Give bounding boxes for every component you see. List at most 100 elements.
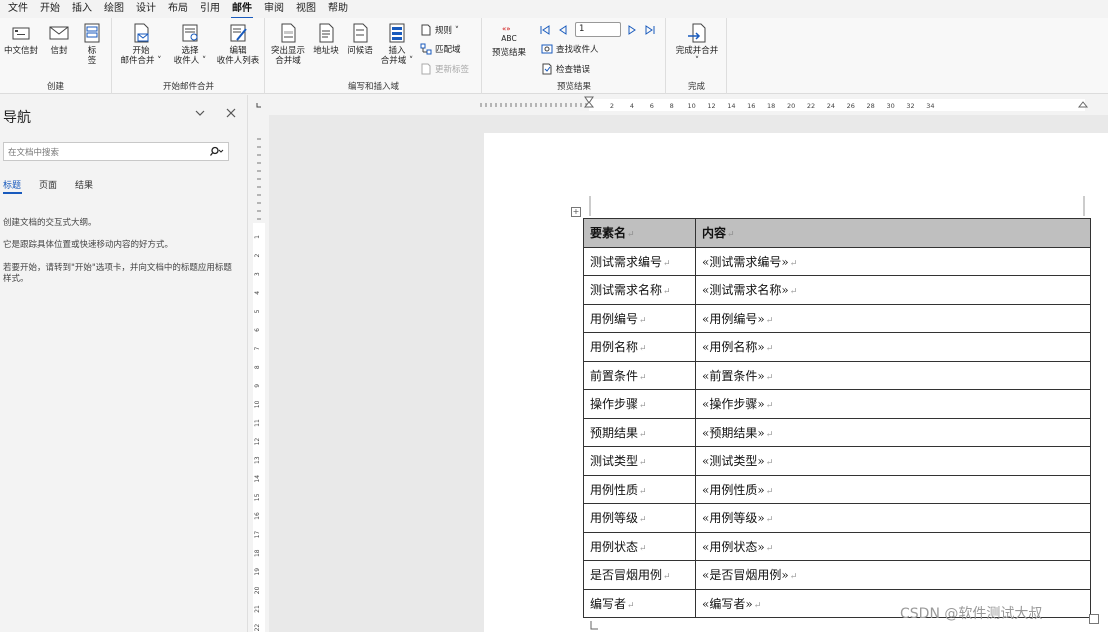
paragraph-mark: ↵: [639, 401, 647, 412]
select-recipients-button[interactable]: 选择 收件人 ˅: [168, 22, 212, 66]
nav-help-text-2: 它是跟踪具体位置或快速移动内容的好方式。: [3, 240, 174, 250]
table-cell-element-name[interactable]: 用例状态↵: [583, 531, 696, 561]
menu-tab-7[interactable]: 邮件: [226, 1, 258, 19]
chinese-envelope-button[interactable]: 中文信封: [3, 22, 39, 56]
table-cell-merge-field[interactable]: «测试类型»↵: [695, 446, 1091, 476]
match-fields-button[interactable]: 匹配域: [420, 43, 461, 55]
ruler-label: 10: [687, 102, 695, 110]
start-mail-merge-button[interactable]: 开始 邮件合并 ˅: [117, 22, 165, 66]
horizontal-ruler[interactable]: 2 4 6 8 10 12 14 16 18 20 22 24 26 28 30 32 34: [269, 95, 1108, 115]
ruler-label: 5: [254, 309, 261, 313]
labels-button[interactable]: 标 签: [80, 22, 104, 66]
menu-tab-0[interactable]: 文件: [2, 1, 34, 17]
table-row: 测试需求编号↵ «测试需求编号»↵: [583, 246, 1091, 276]
ruler-corner[interactable]: [249, 95, 269, 115]
table-cell-element-name[interactable]: 是否冒烟用例↵: [583, 560, 696, 590]
vertical-ruler[interactable]: 1 2 3 4 5 6 7 8 9 10 11 12 13 14 15 16 17 18 19 20 21 22: [249, 115, 269, 632]
nav-tab-results[interactable]: 结果: [75, 178, 93, 191]
paragraph-mark: ↵: [639, 486, 647, 497]
menu-tab-2[interactable]: 插入: [66, 1, 98, 17]
rules-label: 规则 ˅: [435, 26, 459, 36]
rules-button[interactable]: 规则 ˅: [420, 24, 459, 36]
paragraph-mark: ↵: [765, 401, 774, 412]
chevron-down-icon[interactable]: [193, 106, 207, 120]
previous-record-icon[interactable]: [557, 24, 569, 36]
table-cell-merge-field[interactable]: «用例等级»↵: [695, 503, 1091, 533]
table-cell-merge-field[interactable]: «用例名称»↵: [695, 332, 1091, 362]
table-cell-merge-field[interactable]: «用例编号»↵: [695, 303, 1091, 333]
ruler-label: 28: [867, 102, 875, 110]
check-errors-button[interactable]: 检查错误: [541, 63, 590, 75]
menu-tab-8[interactable]: 审阅: [258, 1, 290, 17]
menu-tab-6[interactable]: 引用: [194, 1, 226, 17]
edit-recipient-list-button[interactable]: 编辑 收件人列表: [213, 22, 263, 66]
ruler-label: 19: [254, 568, 261, 576]
table-cell-merge-field[interactable]: «预期结果»↵: [695, 417, 1091, 447]
finish-merge-line2: ˅: [694, 56, 700, 66]
find-recipient-button[interactable]: 查找收件人: [541, 43, 599, 55]
ruler-label: 17: [254, 531, 261, 539]
search-icon[interactable]: [210, 146, 224, 157]
paragraph-mark: ↵: [663, 287, 671, 298]
last-record-icon[interactable]: [644, 24, 656, 36]
menu-tab-9[interactable]: 视图: [290, 1, 322, 17]
menu-tab-3[interactable]: 绘图: [98, 1, 130, 17]
paragraph-mark: ↵: [753, 600, 762, 611]
table-cell-element-name[interactable]: 用例编号↵: [583, 303, 696, 333]
table-cell-merge-field[interactable]: «测试需求编号»↵: [695, 246, 1091, 276]
menu-tab-10[interactable]: 帮助: [322, 1, 354, 17]
group-finish: 完成并合并 ˅ 完成: [667, 18, 727, 94]
address-block-button[interactable]: 地址块: [310, 22, 342, 56]
update-labels-button[interactable]: 更新标签: [420, 63, 469, 75]
preview-results-button[interactable]: «» ABC 预览结果: [487, 22, 531, 58]
next-record-icon[interactable]: [626, 24, 638, 36]
nav-tab-headings[interactable]: 标题: [3, 178, 21, 191]
table-cell-merge-field[interactable]: «是否冒烟用例»↵: [695, 560, 1091, 590]
table-cell-element-name[interactable]: 用例性质↵: [583, 474, 696, 504]
group-label-finish: 完成: [687, 82, 705, 92]
element-name-text: 预期结果: [590, 425, 639, 440]
envelope-button[interactable]: 信封: [46, 22, 72, 56]
labels-label-line1: 标: [87, 46, 97, 56]
paragraph-mark: ↵: [789, 258, 798, 269]
nav-tab-pages[interactable]: 页面: [39, 178, 57, 191]
table-cell-element-name[interactable]: 测试类型↵: [583, 446, 696, 476]
tab-selector-icon: [256, 103, 261, 108]
menu-tab-5[interactable]: 布局: [162, 1, 194, 17]
table-cell-element-name[interactable]: 编写者↵: [583, 588, 696, 618]
table-cell-merge-field[interactable]: «操作步骤»↵: [695, 389, 1091, 419]
table-cell-merge-field[interactable]: «测试需求名称»↵: [695, 275, 1091, 305]
menu-tab-1[interactable]: 开始: [34, 1, 66, 17]
insert-merge-field-button[interactable]: 插入 合并域 ˅: [376, 22, 418, 66]
highlight-merge-fields-button[interactable]: 突出显示 合并域: [268, 22, 308, 66]
greeting-line-button[interactable]: 问候语: [344, 22, 376, 56]
update-labels-label: 更新标签: [435, 65, 470, 75]
ruler-label: 34: [926, 102, 934, 110]
table-cell-element-name[interactable]: 预期结果↵: [583, 417, 696, 447]
table-cell-element-name[interactable]: 前置条件↵: [583, 360, 696, 390]
check-errors-icon: [542, 63, 552, 75]
labels-icon: [84, 23, 100, 43]
element-name-text: 用例等级: [590, 511, 639, 526]
menu-tab-4[interactable]: 设计: [130, 1, 162, 17]
close-icon[interactable]: [224, 106, 238, 120]
merge-fields-table[interactable]: 要素名↵ 内容↵ 测试需求编号↵ «测试需求编号»↵ 测试需求名称↵ «测试需求名称»…: [583, 218, 1091, 618]
table-cell-element-name[interactable]: 用例等级↵: [583, 503, 696, 533]
finish-merge-button[interactable]: 完成并合并 ˅: [671, 22, 723, 66]
table-cell-element-name[interactable]: 测试需求编号↵: [583, 246, 696, 276]
table-cell-merge-field[interactable]: «用例状态»↵: [695, 531, 1091, 561]
table-header-element-name[interactable]: 要素名↵: [583, 218, 696, 248]
select-recipients-line1: 选择: [181, 46, 199, 56]
table-cell-element-name[interactable]: 操作步骤↵: [583, 389, 696, 419]
table-cell-element-name[interactable]: 用例名称↵: [583, 332, 696, 362]
table-cell-element-name[interactable]: 测试需求名称↵: [583, 275, 696, 305]
table-cell-merge-field[interactable]: «用例性质»↵: [695, 474, 1091, 504]
ruler-label: 11: [254, 419, 261, 427]
table-header-content[interactable]: 内容↵: [695, 218, 1091, 248]
table-cell-merge-field[interactable]: «前置条件»↵: [695, 360, 1091, 390]
first-record-icon[interactable]: [539, 24, 551, 36]
nav-search-input[interactable]: 在文档中搜索: [3, 142, 229, 161]
ruler-label: 21: [254, 605, 261, 613]
table-resize-handle[interactable]: [1089, 614, 1099, 624]
record-number-field[interactable]: 1: [575, 22, 621, 37]
